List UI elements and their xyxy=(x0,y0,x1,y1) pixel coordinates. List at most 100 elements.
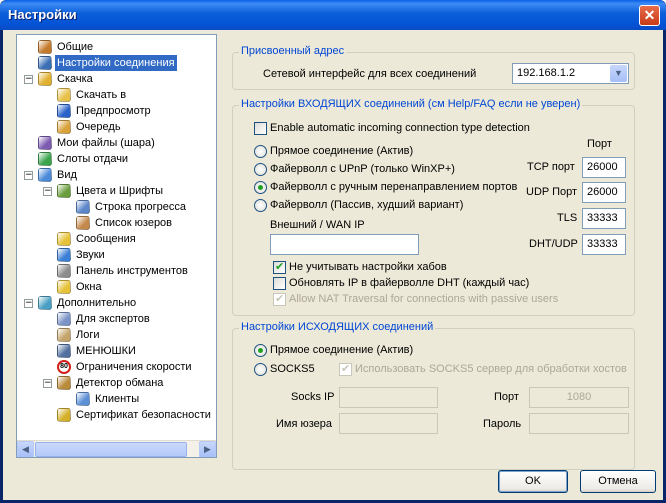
radio-direct[interactable] xyxy=(254,145,267,158)
tree-item-label: Мои файлы (шара) xyxy=(57,137,155,149)
message-icon xyxy=(57,232,71,246)
tree-item-label: Очередь xyxy=(76,121,121,133)
tree-item-label: Дополнительно xyxy=(57,297,137,309)
user-icon xyxy=(76,216,90,230)
tree-expander-icon[interactable]: − xyxy=(24,299,33,308)
tree-expander-icon[interactable]: − xyxy=(24,171,33,180)
tree-item-label: Для экспертов xyxy=(76,313,150,325)
udp-port-input[interactable]: 26000 xyxy=(582,182,626,203)
password-input[interactable] xyxy=(529,413,629,434)
download-icon xyxy=(38,72,52,86)
colors-icon xyxy=(57,184,71,198)
network-icon xyxy=(38,56,52,70)
queue-icon xyxy=(57,120,71,134)
auto-detect-checkbox[interactable] xyxy=(254,122,267,135)
tree-expander-icon[interactable]: − xyxy=(43,187,52,196)
tree-item-label: Строка прогресса xyxy=(95,201,187,213)
radio-socks5[interactable] xyxy=(254,363,267,376)
log-icon xyxy=(57,328,71,342)
tree-item-label: Список юзеров xyxy=(95,217,173,229)
clients-icon xyxy=(76,392,90,406)
wan-ip-input[interactable] xyxy=(270,234,419,255)
tls-port-label: TLS xyxy=(557,212,578,224)
ignore-hubs-checkbox[interactable] xyxy=(273,260,286,274)
tree-item-label: Логи xyxy=(76,329,100,341)
dht-port-label: DHT/UDP xyxy=(529,238,578,250)
close-button[interactable]: ✕ xyxy=(639,5,660,26)
socks-ip-label: Socks IP xyxy=(291,391,335,403)
ok-button[interactable]: OK xyxy=(498,470,568,493)
scroll-left-button[interactable]: ◀ xyxy=(17,441,34,457)
window-title: Настройки xyxy=(8,7,77,22)
advanced-icon xyxy=(38,296,52,310)
port-header: Порт xyxy=(587,138,612,150)
speed-limit-icon: 80 xyxy=(57,360,71,374)
title-bar[interactable]: Настройки ✕ xyxy=(0,0,666,30)
certificate-icon xyxy=(57,408,71,422)
outgoing-direct-label: Прямое соединение (Актив) xyxy=(270,344,414,356)
toolbar-icon xyxy=(57,264,71,278)
radio-upnp[interactable] xyxy=(254,163,267,176)
udp-port-label: UDP Порт xyxy=(526,186,578,198)
wan-ip-label: Внешний / WAN IP xyxy=(270,219,365,231)
dht-port-input[interactable]: 33333 xyxy=(582,234,626,255)
assigned-address-group: Присвоенный адрес Сетевой интерфейс для … xyxy=(232,45,635,90)
socks5-label: SOCKS5 xyxy=(270,363,315,375)
auto-detect-label: Enable automatic incoming connection typ… xyxy=(270,122,530,134)
tcp-port-input[interactable]: 26000 xyxy=(582,157,626,178)
network-interface-value: 192.168.1.2 xyxy=(517,67,576,79)
tree-item-label: Общие xyxy=(57,41,94,53)
play-icon xyxy=(57,104,71,118)
tree-item-label: Сообщения xyxy=(76,233,136,245)
nat-traversal-checkbox[interactable] xyxy=(273,292,286,306)
chevron-down-icon[interactable]: ▼ xyxy=(610,65,627,82)
option-passive-label: Файерволл (Пассив, худший вариант) xyxy=(270,199,464,211)
radio-passive[interactable] xyxy=(254,199,267,212)
radio-outgoing-direct[interactable] xyxy=(254,344,267,357)
username-input[interactable] xyxy=(339,413,438,434)
incoming-title: Настройки ВХОДЯЩИХ соединений (см Help/F… xyxy=(239,98,583,110)
outgoing-title: Настройки ИСХОДЯЩИХ соединений xyxy=(239,321,436,333)
scroll-thumb[interactable] xyxy=(35,442,187,457)
incoming-connections-group: Настройки ВХОДЯЩИХ соединений (см Help/F… xyxy=(232,98,635,316)
menu-icon xyxy=(57,344,71,358)
upload-icon xyxy=(38,152,52,166)
tree-expander-icon[interactable]: − xyxy=(43,379,52,388)
tls-port-input[interactable]: 33333 xyxy=(582,208,626,229)
network-interface-select[interactable]: 192.168.1.2 ▼ xyxy=(512,63,629,84)
option-upnp-label: Файерволл с UPnP (только WinXP+) xyxy=(270,163,455,175)
tree-item-label: Клиенты xyxy=(95,393,140,405)
tree-item-label: Окна xyxy=(76,281,102,293)
tree-item-label: Настройки соединения xyxy=(55,55,177,71)
socks-port-label: Порт xyxy=(494,391,519,403)
tree-item-label: Сертификат безопасности xyxy=(76,409,211,421)
username-label: Имя юзера xyxy=(276,418,333,430)
dialog-client-area: ◀ ▶ Общие Настройки соединения Скачка − Скач… xyxy=(3,30,663,500)
socks-ip-input[interactable] xyxy=(339,387,438,408)
progress-icon xyxy=(76,200,90,214)
use-socks-hosts-label: Использовать SOCKS5 сервер для обработки… xyxy=(355,363,627,375)
tree-item-label: Цвета и Шрифты xyxy=(76,185,163,197)
view-icon xyxy=(38,168,52,182)
settings-tree[interactable]: ◀ ▶ Общие Настройки соединения Скачка − Скач… xyxy=(16,34,217,458)
update-ip-label: Обновлять IP в файерволле DHT (каждый ча… xyxy=(289,277,530,289)
tree-horizontal-scrollbar[interactable]: ◀ ▶ xyxy=(17,440,216,457)
tree-item-label: Скачка xyxy=(57,73,93,85)
outgoing-connections-group: Настройки ИСХОДЯЩИХ соединений Прямое со… xyxy=(232,321,635,470)
cancel-button[interactable]: Отмена xyxy=(580,470,656,493)
assigned-address-title: Присвоенный адрес xyxy=(239,45,347,57)
use-socks-hosts-checkbox[interactable] xyxy=(339,362,352,376)
share-icon xyxy=(38,136,52,150)
tree-item-label: Предпросмотр xyxy=(76,105,151,117)
windows-icon xyxy=(57,280,71,294)
update-ip-checkbox[interactable] xyxy=(273,277,286,290)
tree-item-label: МЕНЮШКИ xyxy=(76,345,136,357)
interface-label: Сетевой интерфейс для всех соединений xyxy=(263,68,477,80)
scroll-right-button[interactable]: ▶ xyxy=(199,441,216,457)
tree-expander-icon[interactable]: − xyxy=(24,75,33,84)
socks-port-input[interactable]: 1080 xyxy=(529,387,629,408)
tree-item-label: Звуки xyxy=(76,249,105,261)
settings-window: Настройки ✕ ◀ ▶ Общие Настройки соединени… xyxy=(0,0,666,503)
radio-manual-port-forward[interactable] xyxy=(254,181,267,194)
tcp-port-label: TCP порт xyxy=(527,161,575,173)
